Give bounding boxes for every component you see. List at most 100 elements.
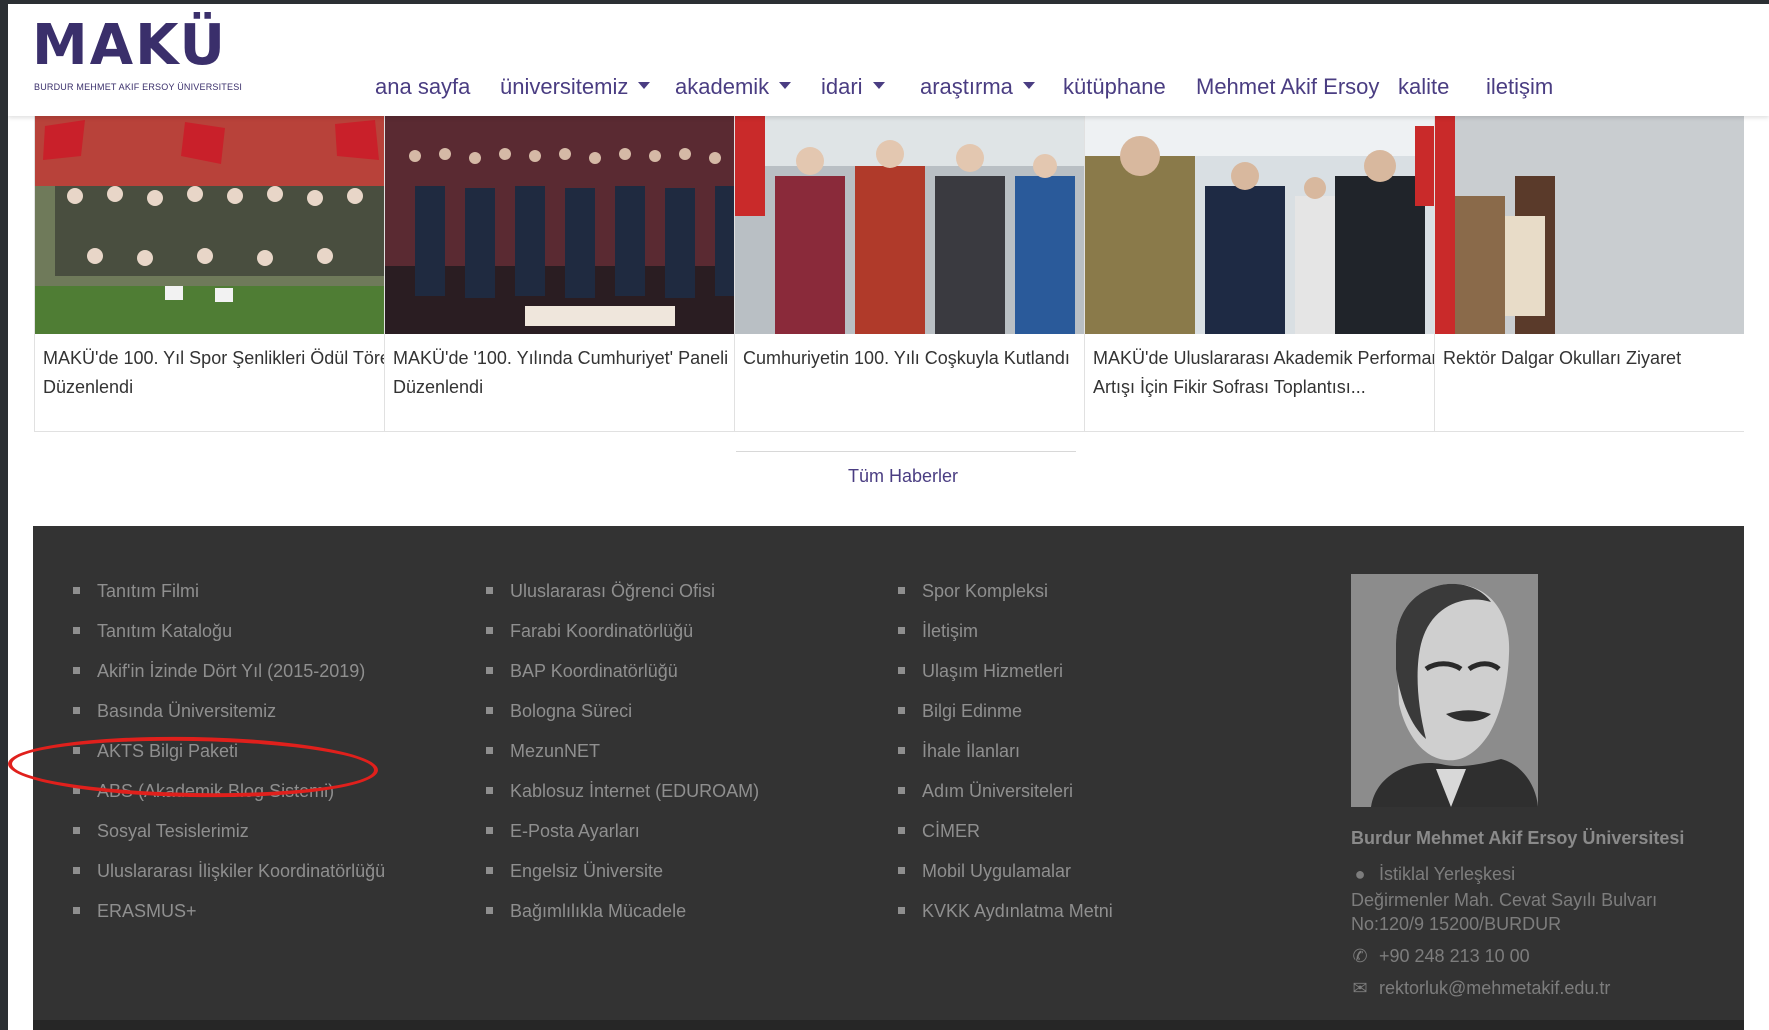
news-photo — [1435, 116, 1744, 334]
bullet-icon — [486, 746, 493, 754]
chevron-down-icon — [638, 81, 651, 89]
bullet-icon — [898, 706, 905, 714]
bullet-icon — [73, 826, 80, 834]
footer-link[interactable]: İletişim — [898, 620, 978, 642]
bullet-icon — [73, 786, 80, 794]
bullet-icon — [73, 626, 80, 634]
footer-link[interactable]: E-Posta Ayarları — [486, 820, 640, 842]
main-nav: ana sayfa üniversitemiz akademik idari a… — [8, 72, 1769, 106]
footer-bottom-bar — [33, 1020, 1744, 1030]
nav-mehmet-akif-ersoy[interactable]: Mehmet Akif Ersoy — [1196, 72, 1379, 102]
bullet-icon — [898, 866, 905, 874]
footer-link[interactable]: Spor Kompleksi — [898, 580, 1048, 602]
chevron-down-icon — [1022, 81, 1035, 89]
nav-universitemiz[interactable]: üniversitemiz — [500, 72, 651, 102]
news-card[interactable]: Cumhuriyetin 100. Yılı Coşkuyla Kutlandı — [734, 116, 1112, 432]
footer-link[interactable]: Uluslararası İlişkiler Koordinatörlüğü — [73, 860, 385, 882]
news-photo — [1085, 116, 1461, 334]
news-photo — [35, 116, 411, 334]
news-title: Cumhuriyetin 100. Yılı Coşkuyla Kutlandı — [743, 348, 1070, 368]
chevron-down-icon — [779, 81, 792, 89]
bullet-icon — [898, 626, 905, 634]
footer-link[interactable]: BAP Koordinatörlüğü — [486, 660, 678, 682]
chevron-down-icon — [872, 81, 885, 89]
footer-link[interactable]: Farabi Koordinatörlüğü — [486, 620, 693, 642]
bullet-icon — [898, 826, 905, 834]
news-photo — [385, 116, 761, 334]
site-header: MAKÜ BURDUR MEHMET AKIF ERSOY ÜNIVERSITE… — [8, 4, 1769, 116]
footer-link[interactable]: Tanıtım Filmi — [73, 580, 199, 602]
nav-kalite[interactable]: kalite — [1398, 72, 1449, 102]
footer-link[interactable]: ABS (Akademik Blog Sistemi) — [73, 780, 334, 802]
footer-link[interactable]: Bologna Süreci — [486, 700, 632, 722]
footer-link[interactable]: İhale İlanları — [898, 740, 1020, 762]
nav-kutuphane[interactable]: kütüphane — [1063, 72, 1166, 102]
bullet-icon — [486, 786, 493, 794]
address-line: ● İstiklal Yerleşkesi — [1351, 864, 1516, 885]
footer-link[interactable]: Kablosuz İnternet (EDUROAM) — [486, 780, 759, 802]
news-photo — [735, 116, 1111, 334]
bullet-icon — [898, 906, 905, 914]
footer-link[interactable]: Akif'in İzinde Dört Yıl (2015-2019) — [73, 660, 365, 682]
phone-line: ✆ +90 248 213 10 00 — [1352, 946, 1530, 966]
bullet-icon — [898, 786, 905, 794]
footer-link[interactable]: CİMER — [898, 820, 980, 842]
news-card[interactable]: MAKÜ'de '100. Yılında Cumhuriyet' Paneli… — [384, 116, 762, 432]
envelope-icon: ✉ — [1352, 978, 1368, 998]
footer-link[interactable]: KVKK Aydınlatma Metni — [898, 900, 1113, 922]
phone-icon: ✆ — [1352, 946, 1368, 966]
news-divider — [736, 451, 1076, 452]
map-marker-icon: ● — [1354, 864, 1366, 884]
footer-link[interactable]: Tanıtım Kataloğu — [73, 620, 232, 642]
news-title: MAKÜ'de 100. Yıl Spor Şenlikleri Ödül Tö… — [43, 348, 404, 397]
bullet-icon — [486, 706, 493, 714]
bullet-icon — [73, 666, 80, 674]
footer-link[interactable]: Basında Üniversitemiz — [73, 700, 276, 722]
site-footer: Tanıtım Filmi Tanıtım Kataloğu Akif'in İ… — [33, 526, 1744, 1030]
bullet-icon — [486, 866, 493, 874]
footer-link[interactable]: Mobil Uygulamalar — [898, 860, 1071, 882]
nav-arastirma[interactable]: araştırma — [920, 72, 1035, 102]
nav-iletisim[interactable]: iletişim — [1486, 72, 1553, 102]
bullet-icon — [898, 746, 905, 754]
footer-link-akts[interactable]: AKTS Bilgi Paketi — [73, 740, 238, 762]
bullet-icon — [73, 586, 80, 594]
news-title: MAKÜ'de Uluslararası Akademik Performans… — [1093, 348, 1451, 397]
footer-link[interactable]: Ulaşım Hizmetleri — [898, 660, 1063, 682]
nav-ana-sayfa[interactable]: ana sayfa — [375, 72, 470, 102]
news-carousel: MAKÜ'de 100. Yıl Spor Şenlikleri Ödül Tö… — [34, 116, 1744, 436]
news-card[interactable]: MAKÜ'de Uluslararası Akademik Performans… — [1084, 116, 1462, 432]
all-news-link[interactable]: Tüm Haberler — [8, 466, 1769, 487]
footer-link[interactable]: Uluslararası Öğrenci Ofisi — [486, 580, 715, 602]
bullet-icon — [73, 746, 80, 754]
bullet-icon — [486, 586, 493, 594]
footer-link[interactable]: Bilgi Edinme — [898, 700, 1022, 722]
footer-link[interactable]: MezunNET — [486, 740, 600, 762]
mehmet-akif-ersoy-portrait — [1351, 574, 1538, 807]
bullet-icon — [486, 906, 493, 914]
university-name: Burdur Mehmet Akif Ersoy Üniversitesi — [1351, 828, 1685, 848]
footer-link[interactable]: ERASMUS+ — [73, 900, 197, 922]
news-title: MAKÜ'de '100. Yılında Cumhuriyet' Paneli… — [393, 348, 729, 397]
logo-text: MAKÜ — [32, 13, 227, 78]
news-card[interactable]: MAKÜ'de 100. Yıl Spor Şenlikleri Ödül Tö… — [34, 116, 412, 432]
nav-idari[interactable]: idari — [821, 72, 885, 102]
browser-page: MAKÜ BURDUR MEHMET AKIF ERSOY ÜNIVERSITE… — [8, 4, 1769, 1030]
news-card[interactable]: Rektör Dalgar Okulları Ziyaret — [1434, 116, 1744, 432]
nav-akademik[interactable]: akademik — [675, 72, 792, 102]
news-title: Rektör Dalgar Okulları Ziyaret — [1443, 348, 1682, 368]
footer-link[interactable]: Adım Üniversiteleri — [898, 780, 1073, 802]
address-line: Değirmenler Mah. Cevat Sayılı Bulvarı — [1351, 890, 1658, 910]
bullet-icon — [486, 666, 493, 674]
email-link[interactable]: ✉ rektorluk@mehmetakif.edu.tr — [1351, 978, 1610, 999]
bullet-icon — [73, 706, 80, 714]
footer-link[interactable]: Engelsiz Üniversite — [486, 860, 663, 882]
bullet-icon — [486, 626, 493, 634]
bullet-icon — [898, 666, 905, 674]
bullet-icon — [898, 586, 905, 594]
bullet-icon — [486, 826, 493, 834]
bullet-icon — [73, 866, 80, 874]
bullet-icon — [73, 906, 80, 914]
footer-link[interactable]: Sosyal Tesislerimiz — [73, 820, 249, 842]
footer-link[interactable]: Bağımlılıkla Mücadele — [486, 900, 686, 922]
